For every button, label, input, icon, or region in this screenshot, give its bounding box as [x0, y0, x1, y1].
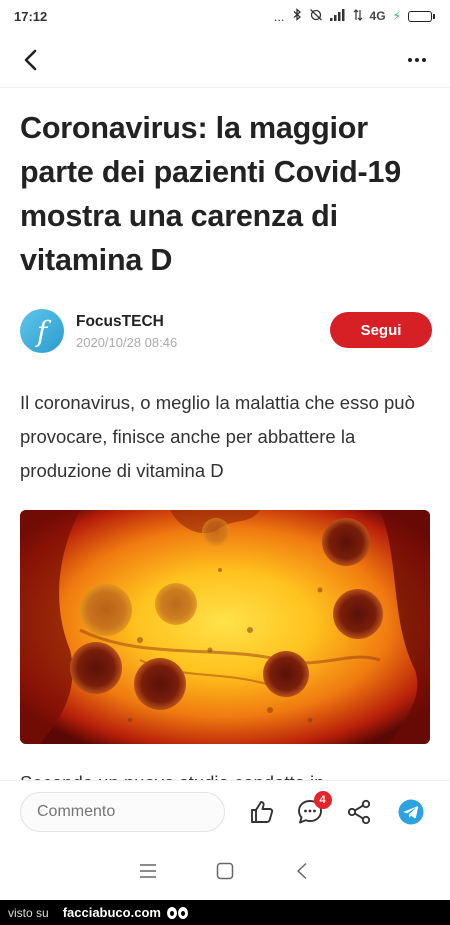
data-arrows-icon: [353, 8, 363, 24]
telegram-icon: [398, 799, 424, 824]
author-row: f FocusTECH 2020/10/28 08:46 Segui: [20, 306, 432, 356]
article-image[interactable]: [20, 510, 430, 744]
home-square-icon: [216, 862, 234, 880]
charging-icon: ⚡: [392, 9, 401, 23]
share-button[interactable]: [340, 792, 378, 832]
back-triangle-icon: [296, 862, 307, 880]
system-nav-bar: [0, 842, 450, 900]
article: Coronavirus: la maggior parte dei pazien…: [20, 106, 432, 800]
telegram-share-button[interactable]: [392, 792, 430, 832]
watermark-site: facciabuco.com: [62, 905, 161, 920]
comments-button[interactable]: 4: [291, 790, 332, 832]
article-title: Coronavirus: la maggior parte dei pazien…: [20, 111, 402, 277]
recents-button[interactable]: [128, 851, 168, 891]
watermark-bar: visto su facciabuco.com: [0, 900, 450, 925]
follow-button[interactable]: Segui: [330, 312, 432, 348]
share-icon: [347, 799, 370, 824]
status-time: 17:12: [14, 8, 48, 24]
signal-icon: [329, 8, 346, 24]
author-info: FocusTECH 2020/10/28 08:46: [76, 313, 177, 350]
battery-icon: [408, 10, 435, 22]
thumbs-up-icon: [251, 800, 274, 823]
alarm-off-icon: [309, 8, 323, 24]
comment-input[interactable]: [20, 791, 225, 832]
virus-microscopy-image: [20, 510, 430, 744]
bluetooth-icon: [292, 8, 302, 24]
system-back-button[interactable]: [282, 851, 322, 891]
author-avatar[interactable]: f: [20, 309, 64, 353]
chevron-left-icon: [24, 49, 37, 70]
more-horizontal-icon: [408, 57, 412, 62]
author-name[interactable]: FocusTECH: [76, 313, 177, 331]
back-button[interactable]: [16, 45, 46, 75]
status-icons: ... 4G ⚡: [273, 8, 435, 24]
watermark-prefix: visto su: [8, 905, 49, 920]
menu-icon: [140, 864, 157, 878]
comment-bar: 4: [0, 780, 450, 842]
app-bar: [0, 32, 450, 88]
publish-date: 2020/10/28 08:46: [76, 334, 178, 350]
status-bar: 17:12 ... 4G ⚡: [0, 0, 450, 32]
more-options-button[interactable]: [402, 45, 432, 75]
network-type: 4G: [369, 9, 386, 23]
like-button[interactable]: [243, 792, 281, 832]
article-lead: Il coronavirus, o meglio la malattia che…: [20, 392, 415, 481]
status-dots: ...: [273, 8, 285, 24]
comment-count-badge: 4: [313, 790, 332, 809]
eyes-logo-icon: [166, 906, 188, 919]
home-button[interactable]: [205, 851, 245, 891]
